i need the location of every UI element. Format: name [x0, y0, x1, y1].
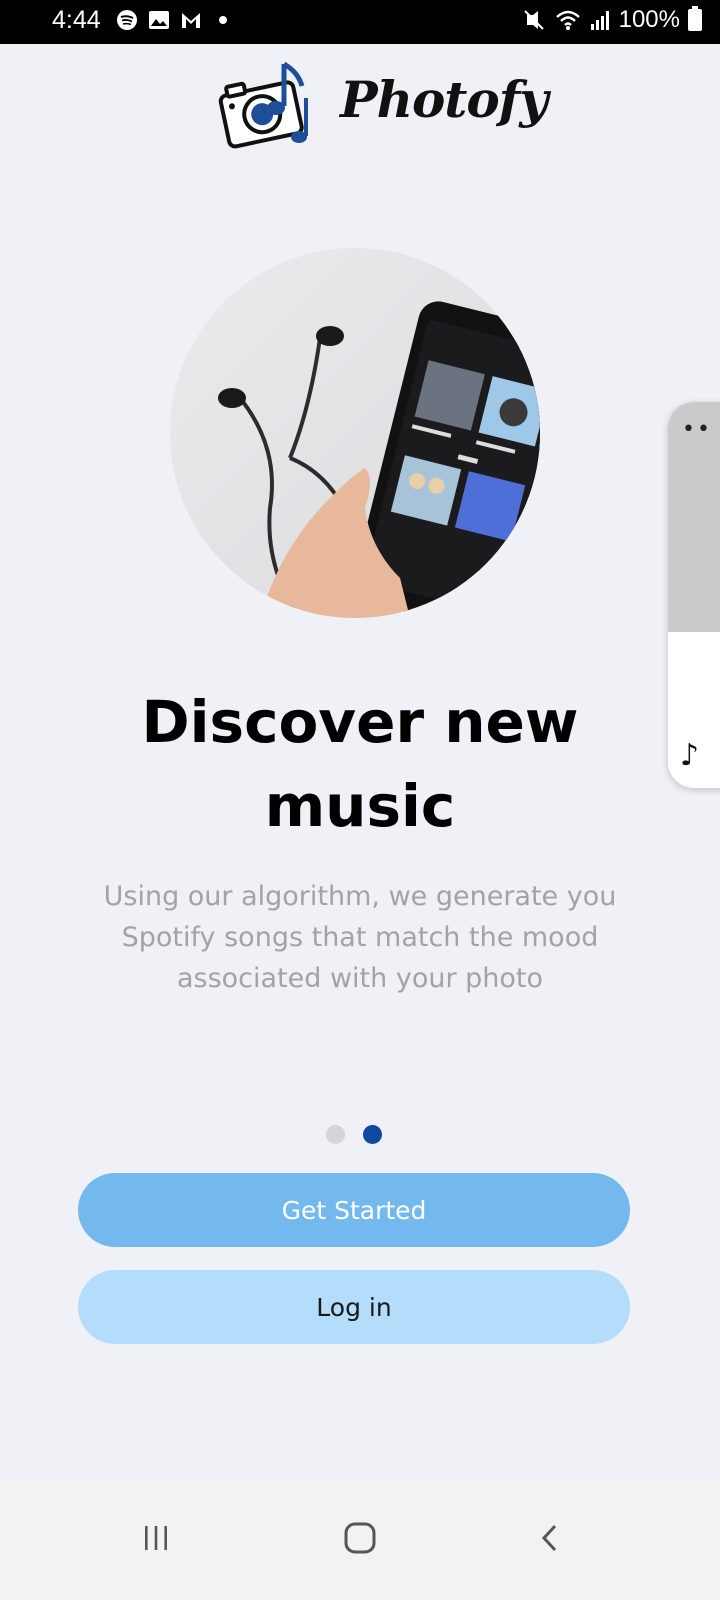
mute-icon [523, 10, 544, 30]
status-time: 4:44 [52, 6, 101, 34]
gmail-icon [182, 13, 200, 28]
wifi-icon [555, 10, 580, 30]
back-icon[interactable] [520, 1508, 580, 1568]
onboarding-title: Discover new music [141, 688, 579, 840]
status-right: 100% [523, 6, 702, 34]
page-dot-1[interactable] [326, 1125, 345, 1144]
more-icon[interactable]: •• [682, 419, 712, 441]
battery-percent: 100% [618, 6, 680, 33]
hero-image [170, 248, 540, 618]
signal-icon [590, 11, 609, 30]
app-logo: Photofy [218, 58, 548, 154]
music-note-icon: ♪ [680, 738, 700, 773]
system-nav-bar [0, 1480, 720, 1600]
page-dot-2[interactable] [363, 1125, 382, 1144]
logo-text: Photofy [340, 70, 548, 129]
floating-music-widget[interactable]: •• ♪ [668, 402, 720, 788]
page-indicator [326, 1125, 382, 1144]
status-bar: 4:44 100% [0, 0, 720, 44]
onboarding-description: Using our algorithm, we generate you Spo… [103, 881, 617, 994]
log-in-button[interactable]: Log in [78, 1270, 630, 1344]
home-icon[interactable] [330, 1508, 390, 1568]
get-started-button[interactable]: Get Started [78, 1173, 630, 1247]
image-icon [149, 11, 169, 29]
dot-icon [219, 16, 227, 24]
recent-apps-icon[interactable] [126, 1508, 186, 1568]
spotify-icon [117, 10, 137, 30]
notification-icons [116, 9, 234, 31]
camera-music-logo-icon [218, 61, 308, 149]
battery-icon [688, 6, 702, 31]
